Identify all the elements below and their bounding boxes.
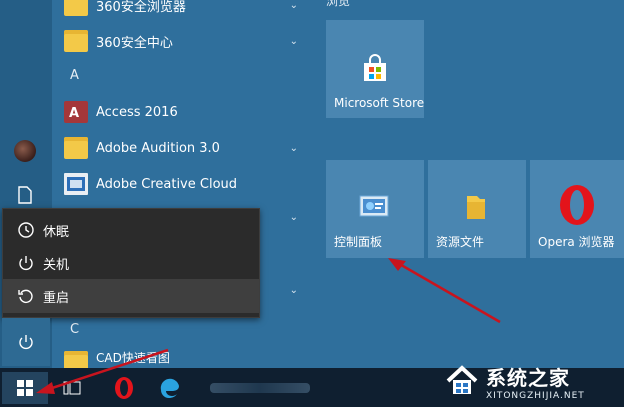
power-button[interactable] [2, 318, 50, 366]
creative-cloud-icon [64, 173, 88, 195]
edge-icon [160, 378, 179, 398]
tile-label: Microsoft Store [334, 96, 425, 110]
watermark-cn: 系统之家 [486, 365, 570, 390]
list-item-label: Adobe Creative Cloud [96, 176, 238, 192]
list-item-360-security[interactable]: 360安全中心 ⌄ [52, 24, 312, 58]
taskbar-edge[interactable] [150, 372, 190, 404]
folder-icon [467, 196, 485, 219]
menu-item-sleep[interactable]: 休眠 [3, 213, 259, 247]
list-item-label: Access 2016 [96, 104, 178, 120]
chevron-down-icon: ⌄ [289, 35, 298, 47]
start-button[interactable] [2, 372, 48, 404]
folder-icon [64, 0, 88, 16]
list-item-label: 360安全中心 [96, 35, 173, 51]
menu-item-label: 重启 [43, 290, 70, 306]
tile-microsoft-store[interactable]: Microsoft Store [326, 20, 424, 118]
tile-control-panel[interactable]: 控制面板 [326, 160, 424, 258]
documents-icon[interactable] [10, 180, 40, 210]
tile-opera[interactable]: Opera 浏览器 [530, 160, 624, 258]
folder-icon [64, 137, 88, 159]
arrow-to-control-panel [388, 258, 501, 324]
menu-item-label: 关机 [43, 257, 70, 273]
watermark: 系统之家 XITONGZHIJIA.NET [444, 360, 616, 402]
watermark-en: XITONGZHIJIA.NET [486, 390, 585, 401]
list-item-adobe-audition[interactable]: Adobe Audition 3.0 ⌄ [52, 131, 312, 165]
task-view-button[interactable] [56, 372, 88, 404]
tile-group-header[interactable]: 浏览 [326, 0, 350, 9]
chevron-down-icon[interactable]: ⌄ [290, 212, 298, 223]
list-item-label: CAD快速看图 [96, 351, 170, 365]
watermark-text: 系统之家 XITONGZHIJIA.NET [486, 362, 585, 401]
list-item-access[interactable]: A Access 2016 [52, 95, 312, 129]
access-icon: A [64, 101, 88, 123]
tile-label: Opera 浏览器 [538, 235, 615, 249]
tile-label: 资源文件 [436, 235, 485, 249]
user-avatar[interactable] [14, 140, 36, 162]
chevron-down-icon: ⌄ [289, 142, 298, 154]
power-menu: 休眠 关机 重启 [2, 208, 260, 318]
clock-icon [18, 222, 34, 238]
restart-icon [18, 289, 33, 303]
control-panel-icon [359, 195, 389, 217]
list-item-cad[interactable]: CAD快速看图 [52, 347, 312, 368]
house-logo-icon [444, 363, 480, 399]
windows-icon [17, 380, 33, 396]
task-view-icon [63, 381, 81, 395]
svg-text:A: A [69, 106, 79, 121]
power-icon [19, 335, 33, 350]
taskbar-app-blurred[interactable] [200, 372, 320, 404]
menu-item-restart[interactable]: 重启 [3, 279, 259, 313]
store-icon [364, 54, 386, 81]
list-item-label: Adobe Audition 3.0 [96, 140, 220, 156]
menu-item-label: 休眠 [43, 224, 70, 240]
folder-icon [64, 351, 88, 368]
chevron-down-icon[interactable]: ⌄ [290, 285, 298, 296]
chevron-down-icon: ⌄ [289, 0, 298, 11]
opera-icon [115, 377, 133, 399]
tile-label: 控制面板 [334, 235, 383, 249]
list-item-label: 360安全浏览器 [96, 0, 186, 15]
power-icon [19, 256, 33, 271]
list-item-360-browser[interactable]: 360安全浏览器 ⌄ [52, 0, 312, 22]
blurred-label [210, 383, 310, 393]
list-item-adobe-cc[interactable]: Adobe Creative Cloud [52, 167, 312, 201]
section-letter-a[interactable]: A [70, 68, 79, 83]
tile-resource-files[interactable]: 资源文件 [428, 160, 526, 258]
opera-icon [560, 185, 594, 225]
menu-item-shutdown[interactable]: 关机 [3, 246, 259, 280]
folder-icon [64, 30, 88, 52]
taskbar-opera[interactable] [104, 372, 144, 404]
section-letter-c[interactable]: C [70, 322, 79, 337]
